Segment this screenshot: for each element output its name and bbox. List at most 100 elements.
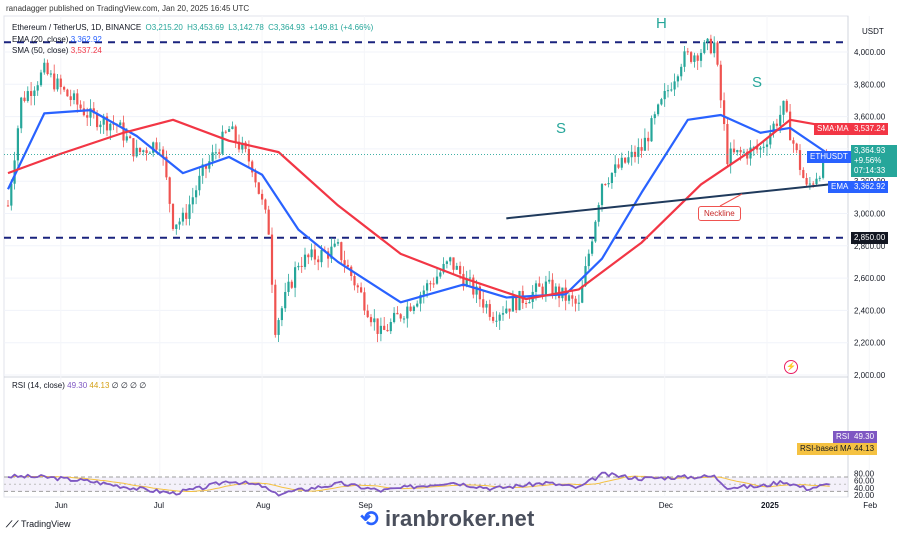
sma-value-badge: 3,537.24 xyxy=(851,123,889,135)
candle-body xyxy=(498,314,501,321)
candle-body xyxy=(389,322,392,332)
ohlc-open: O3,215.20 xyxy=(145,23,183,32)
price-value: 3,364.93 xyxy=(854,146,886,155)
candle-body xyxy=(571,295,574,299)
candle-body xyxy=(802,169,805,178)
candle-body xyxy=(254,172,257,183)
candle-body xyxy=(416,303,419,307)
candle-body xyxy=(287,281,290,292)
tradingview-brand[interactable]: ⟋⟋ TradingView xyxy=(6,519,70,530)
candle-body xyxy=(508,308,511,312)
candle-body xyxy=(676,76,679,82)
candle-body xyxy=(435,276,439,284)
candle-body xyxy=(501,313,505,315)
candle-body xyxy=(627,157,630,163)
candle-body xyxy=(185,212,188,219)
candle-body xyxy=(683,51,686,67)
candle-body xyxy=(20,97,23,129)
candle-body xyxy=(175,224,178,229)
candle-body xyxy=(765,144,769,147)
candle-body xyxy=(82,108,85,116)
candle-body xyxy=(693,55,696,62)
candle-body xyxy=(488,304,491,317)
candle-body xyxy=(426,283,429,291)
candle-body xyxy=(805,177,808,185)
candle-body xyxy=(86,115,89,118)
candle-body xyxy=(317,259,320,263)
candle-body xyxy=(257,182,260,194)
candle-body xyxy=(587,253,590,267)
candle-body xyxy=(762,146,765,148)
candle-body xyxy=(188,204,191,219)
level-badge: 2,850.00 xyxy=(851,232,889,244)
candle-body xyxy=(26,91,29,102)
candle-body xyxy=(155,142,158,150)
candle-body xyxy=(145,150,148,153)
candle-body xyxy=(49,73,52,75)
candle-body xyxy=(541,286,544,295)
candle-body xyxy=(663,90,666,100)
candle-body xyxy=(779,114,782,126)
candle-body xyxy=(406,306,409,319)
candle-body xyxy=(46,62,49,75)
rsi-name-badge: RSI xyxy=(833,431,853,443)
candle-body xyxy=(43,62,46,73)
candle-body xyxy=(228,129,231,132)
candle-body xyxy=(739,150,742,153)
candle-body xyxy=(673,81,676,90)
time-tick-label: Jul xyxy=(154,501,164,510)
candle-body xyxy=(647,137,650,142)
bar-timer: 07:14:33 xyxy=(854,166,886,175)
lightning-icon[interactable]: ⚡ xyxy=(784,360,798,374)
candle-body xyxy=(544,281,547,295)
candle-body xyxy=(280,308,283,321)
candle-body xyxy=(261,193,264,200)
rsi-legend[interactable]: RSI (14, close) 49.30 44.13 ∅ ∅ ∅ ∅ xyxy=(12,381,146,390)
candle-body xyxy=(657,104,660,115)
candle-body xyxy=(492,316,495,321)
candle-body xyxy=(729,148,732,165)
candle-body xyxy=(66,89,69,97)
candle-body xyxy=(307,254,310,258)
candle-body xyxy=(290,281,293,288)
candle-body xyxy=(640,147,643,151)
candle-body xyxy=(653,114,656,119)
candle-body xyxy=(59,78,62,88)
candle-body xyxy=(732,148,736,153)
candle-body xyxy=(511,296,514,312)
currency-label[interactable]: USDT xyxy=(862,27,884,36)
candle-body xyxy=(713,42,716,54)
candle-body xyxy=(270,234,274,285)
candle-body xyxy=(274,284,277,335)
sma-legend[interactable]: SMA (50, close) 3,537.24 xyxy=(12,46,102,55)
candle-body xyxy=(264,199,267,210)
candle-body xyxy=(56,78,59,90)
candle-body xyxy=(600,184,604,206)
candle-body xyxy=(119,122,122,126)
candle-body xyxy=(686,51,689,53)
rsi-value-badge: 49.30 xyxy=(851,431,878,443)
candle-body xyxy=(297,265,300,268)
candle-body xyxy=(567,295,571,301)
candle-body xyxy=(452,257,455,270)
candle-body xyxy=(409,306,412,311)
candle-body xyxy=(53,73,56,90)
candle-body xyxy=(577,302,580,304)
candle-body xyxy=(716,42,719,65)
candle-body xyxy=(723,100,726,125)
candle-body xyxy=(310,249,313,258)
candle-body xyxy=(313,249,316,260)
candle-body xyxy=(72,93,76,100)
ema-legend[interactable]: EMA (20, close) 3,362.92 xyxy=(12,35,102,44)
candle-body xyxy=(620,157,623,168)
candle-body xyxy=(607,183,610,185)
chart-canvas: 4,000.003,800.003,600.003,400.003,200.00… xyxy=(3,15,886,510)
price-tick-label: 2,200.00 xyxy=(854,339,886,348)
candle-body xyxy=(670,89,673,91)
candle-body xyxy=(643,137,646,151)
candle-body xyxy=(218,152,221,154)
candle-body xyxy=(515,296,518,311)
candle-body xyxy=(650,118,653,142)
candle-body xyxy=(808,183,811,185)
candle-body xyxy=(455,265,458,270)
